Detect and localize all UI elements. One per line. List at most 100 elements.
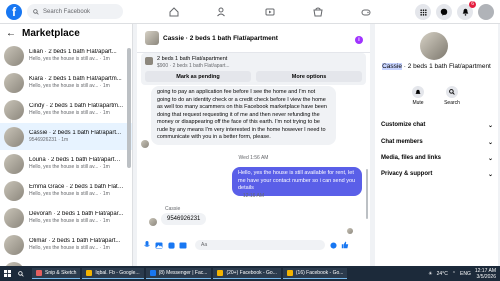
app-icon <box>217 270 224 276</box>
conversation-item[interactable]: Cassie · 2 beds 1 bath Flat/apart... 9546… <box>0 123 132 150</box>
friends-icon[interactable] <box>198 0 246 24</box>
chat-details-panel: Cassie · 2 beds 1 bath Flat/apartment Mu… <box>375 24 498 266</box>
search-input[interactable]: Search Facebook <box>27 4 123 19</box>
sticker-icon[interactable] <box>167 241 175 249</box>
conversation-item[interactable]: Cindy · 2 beds 1 bath Flat/apartm... Hell… <box>0 96 132 123</box>
details-name-highlight: Cassie <box>382 63 402 70</box>
like-icon[interactable] <box>341 241 349 249</box>
language-indicator[interactable]: ENG <box>460 271 471 277</box>
search-in-chat-button[interactable]: Search <box>437 86 467 106</box>
marketplace-icon[interactable] <box>294 0 342 24</box>
conversation-avatar <box>4 72 24 93</box>
conversation-preview: Hello, yes the house is still av... · 1m <box>29 164 110 170</box>
account-controls: 6 <box>415 1 494 20</box>
taskbar-app[interactable]: (20+) Facebook - Go... <box>213 268 281 279</box>
conversation-name: Lilian · 2 beds 1 bath Flat/apart... <box>29 49 117 55</box>
back-arrow-icon[interactable]: ← <box>6 28 16 39</box>
mute-button[interactable]: Mute <box>403 86 433 106</box>
message-placeholder: Aa <box>201 242 208 248</box>
messenger-icon[interactable] <box>436 4 452 20</box>
media-files-item[interactable]: Media, files and links ⌄ <box>381 155 493 162</box>
taskbar-app[interactable]: Snip & Sketch <box>32 268 81 279</box>
facebook-logo[interactable]: f <box>6 3 22 20</box>
composer: Aa <box>137 238 370 252</box>
seen-avatar <box>347 228 353 234</box>
inbox-scrollbar[interactable] <box>127 48 131 168</box>
search-icon <box>33 8 39 15</box>
profile-avatar[interactable] <box>478 4 494 20</box>
chevron-down-icon: ⌄ <box>487 123 493 129</box>
conversation-item[interactable]: Kiara · 2 beds 1 bath Flat/apartm... Hell… <box>0 69 132 96</box>
listing-title[interactable]: 2 beds 1 bath Flat/apartment <box>157 56 227 62</box>
gif-icon[interactable] <box>179 241 187 249</box>
conversation-item[interactable]: Emma Grace · 2 beds 1 bath Flat/... Hello… <box>0 177 132 204</box>
message-incoming: 9546926231 <box>161 213 207 225</box>
clock[interactable]: 12:17 AM 3/5/2026 <box>475 268 496 280</box>
marketplace-inbox: ← Marketplace Lilian · 2 beds 1 bath Fla… <box>0 24 133 266</box>
conversation-preview: Hello, yes the house is still av... · 1m <box>29 245 110 251</box>
conversation-name: Cindy · 2 beds 1 bath Flat/apartm... <box>29 103 124 109</box>
emoji-icon[interactable] <box>329 241 337 249</box>
search-placeholder: Search Facebook <box>43 8 91 15</box>
conversation-item[interactable]: Devorah · 2 beds 1 bath Flat/apar... Hell… <box>0 204 132 231</box>
conversation-item[interactable]: Louna · 2 beds 1 bath Flat/apartm... Hell… <box>0 150 132 177</box>
listing-avatar[interactable] <box>420 32 448 60</box>
privacy-support-item[interactable]: Privacy & support ⌄ <box>381 171 493 178</box>
conversation-list: Lilian · 2 beds 1 bath Flat/apart... Hell… <box>0 42 132 266</box>
taskbar-app[interactable]: (8) Messenger | Fac... <box>145 268 212 279</box>
conversation-item[interactable]: Olimar · 2 beds 1 bath Flat/apart... Hell… <box>0 231 132 258</box>
conversation-name: Kiara · 2 beds 1 bath Flat/apartm... <box>29 76 122 82</box>
conversation-preview: Hello, yes the house is still av... · 1m <box>29 83 110 89</box>
message-incoming: going to pay an application fee before I… <box>151 86 336 145</box>
conversation-name: Devorah · 2 beds 1 bath Flat/apar... <box>29 211 124 217</box>
search-icon <box>446 86 458 98</box>
inbox-header: ← Marketplace <box>0 24 132 42</box>
message-input[interactable]: Aa <box>195 240 325 250</box>
app-label: (16) Facebook - Go... <box>295 270 344 276</box>
page-title: Marketplace <box>22 27 80 39</box>
chat-members-item[interactable]: Chat members ⌄ <box>381 139 493 146</box>
chevron-down-icon: ⌄ <box>487 156 493 162</box>
listing-card: 2 beds 1 bath Flat/apartment $900 · 2 be… <box>141 53 366 85</box>
windows-taskbar: Snip & Sketch Iqbal. Fb - Google... (8) Me… <box>0 266 500 281</box>
timestamp: 12:16 AM <box>242 193 265 199</box>
info-icon[interactable]: i <box>355 36 363 44</box>
chevron-down-icon: ⌄ <box>487 140 493 146</box>
conversation-item[interactable]: Nanya · 2 beds 1 bath Flat/apart... <box>0 258 132 266</box>
search-icon[interactable] <box>14 266 28 281</box>
conversation-avatar <box>4 234 24 255</box>
customize-chat-item[interactable]: Customize chat ⌄ <box>381 122 493 129</box>
listing-thumbnail[interactable] <box>145 31 159 45</box>
item-label: Customize chat <box>381 122 426 128</box>
app-icon <box>36 270 42 276</box>
conversation-item[interactable]: Lilian · 2 beds 1 bath Flat/apart... Hell… <box>0 42 132 69</box>
app-icon <box>286 270 293 276</box>
microphone-icon[interactable] <box>143 241 151 249</box>
chat-scrollbar[interactable] <box>366 169 368 219</box>
conversation-preview: Hello, yes the house is still av... · 1m <box>29 191 110 197</box>
taskbar-app[interactable]: (16) Facebook - Go... <box>282 268 348 279</box>
weather-icon[interactable]: ☀ <box>428 271 432 277</box>
mark-pending-button[interactable]: Mark as pending <box>145 71 251 82</box>
taskbar-app[interactable]: Iqbal. Fb - Google... <box>82 268 144 279</box>
chevron-up-icon[interactable]: ⌃ <box>452 271 456 277</box>
more-options-button[interactable]: More options <box>256 71 362 82</box>
conversation-preview: Hello, yes the house is still av... · 1m <box>29 110 110 116</box>
listing-price: $900 · 2 beds 1 bath Flat/apart... <box>157 63 230 69</box>
conversation-avatar <box>4 99 24 120</box>
listing-image[interactable] <box>145 57 153 65</box>
app-icon <box>86 270 93 276</box>
home-icon[interactable] <box>150 0 198 24</box>
notification-badge: 6 <box>469 1 476 8</box>
video-icon[interactable] <box>246 0 294 24</box>
bell-icon[interactable]: 6 <box>457 1 476 20</box>
image-icon[interactable] <box>155 241 163 249</box>
menu-grid-icon[interactable] <box>415 4 431 20</box>
conversation-preview: Hello, yes the house is still av... · 1m <box>29 218 110 224</box>
temperature[interactable]: 24°C <box>437 271 448 277</box>
windows-start-icon[interactable] <box>0 266 14 281</box>
chat-title[interactable]: Cassie · 2 beds 1 bath Flat/apartment <box>163 35 278 42</box>
chat-window: Cassie · 2 beds 1 bath Flat/apartment i … <box>137 24 370 266</box>
gaming-icon[interactable] <box>342 0 390 24</box>
clock-date: 3/5/2026 <box>476 273 496 280</box>
